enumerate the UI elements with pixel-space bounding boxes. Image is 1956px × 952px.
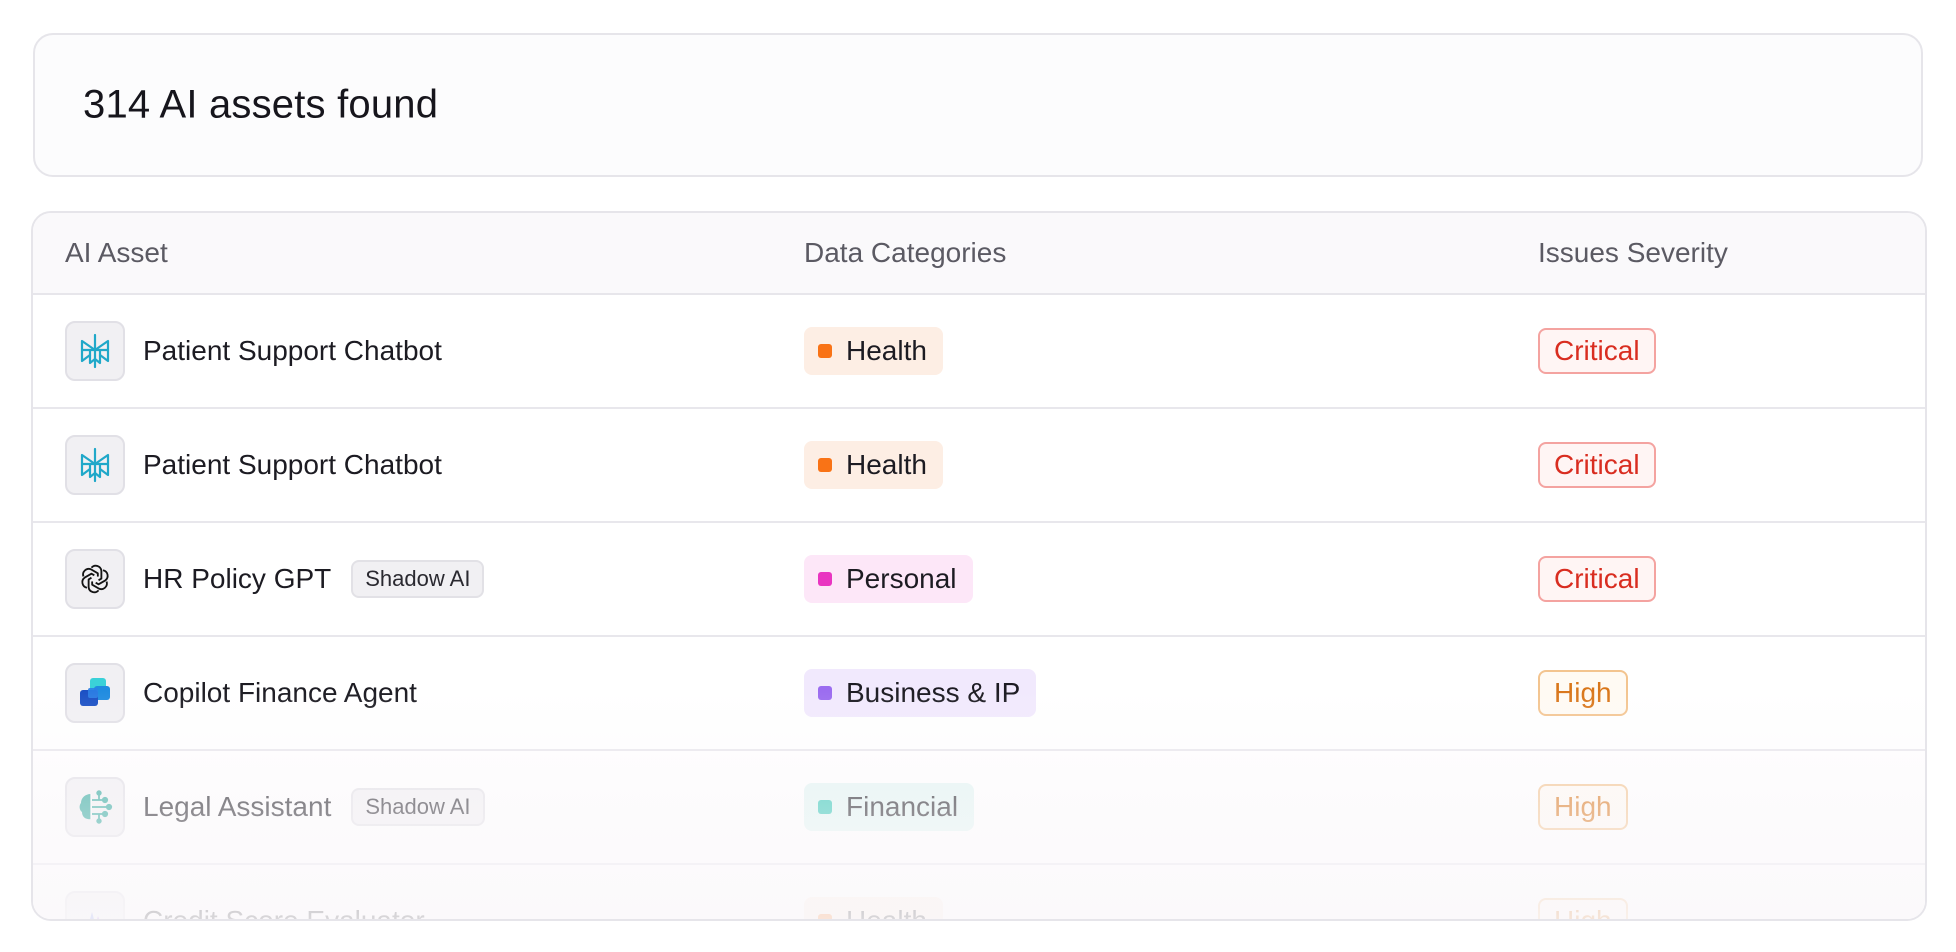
category-label: Health xyxy=(846,905,927,921)
column-header-ai-asset[interactable]: AI Asset xyxy=(65,237,168,269)
asset-name[interactable]: Credit Score Evaluator xyxy=(143,905,425,919)
category-badge: Personal xyxy=(804,555,973,603)
category-badge: Health xyxy=(804,441,943,489)
table-row[interactable]: Patient Support Chatbot Health Critical xyxy=(33,295,1925,409)
asset-name[interactable]: Patient Support Chatbot xyxy=(143,449,442,481)
severity-badge: Critical xyxy=(1538,556,1656,602)
asset-name[interactable]: Copilot Finance Agent xyxy=(143,677,417,709)
shadow-ai-badge: Shadow AI xyxy=(351,560,485,598)
asset-name[interactable]: Patient Support Chatbot xyxy=(143,335,442,367)
category-color-dot xyxy=(818,344,832,358)
asset-cell: Credit Score Evaluator xyxy=(65,865,425,919)
severity-cell: Critical xyxy=(1538,523,1656,635)
evaluator-logo-icon xyxy=(65,891,125,919)
assets-table: AI Asset Data Categories Issues Severity… xyxy=(31,211,1927,921)
asset-cell: HR Policy GPT Shadow AI xyxy=(65,523,485,635)
severity-cell: Critical xyxy=(1538,409,1656,521)
shadow-ai-badge: Shadow AI xyxy=(351,788,485,826)
category-cell: Business & IP xyxy=(804,637,1037,749)
category-cell: Personal xyxy=(804,523,973,635)
category-label: Health xyxy=(846,449,927,480)
table-row[interactable]: HR Policy GPT Shadow AI Personal Critical xyxy=(33,523,1925,637)
severity-badge: High xyxy=(1538,670,1628,716)
category-label: Financial xyxy=(846,791,959,822)
category-badge: Financial xyxy=(804,783,975,831)
asset-cell: Patient Support Chatbot xyxy=(65,295,442,407)
results-header: 314 AI assets found xyxy=(33,33,1923,177)
perplexity-logo-icon xyxy=(65,435,125,495)
results-count-title: 314 AI assets found xyxy=(83,82,439,127)
table-row[interactable]: Credit Score Evaluator Health High xyxy=(33,865,1925,921)
table-row[interactable]: Copilot Finance Agent Business & IP High xyxy=(33,637,1925,751)
asset-cell: Copilot Finance Agent xyxy=(65,637,417,749)
category-badge: Health xyxy=(804,897,943,921)
table-body: Patient Support Chatbot Health Critical Pat… xyxy=(33,295,1925,921)
category-cell: Health xyxy=(804,295,943,407)
severity-badge: Critical xyxy=(1538,442,1656,488)
category-color-dot xyxy=(818,572,832,586)
category-label: Business & IP xyxy=(846,677,1021,708)
table-header: AI Asset Data Categories Issues Severity xyxy=(33,213,1925,295)
column-header-issues-severity[interactable]: Issues Severity xyxy=(1538,237,1728,269)
category-color-dot xyxy=(818,800,832,814)
asset-name[interactable]: Legal Assistant xyxy=(143,791,331,823)
category-color-dot xyxy=(818,686,832,700)
table-row[interactable]: Patient Support Chatbot Health Critical xyxy=(33,409,1925,523)
severity-cell: High xyxy=(1538,865,1628,919)
asset-name[interactable]: HR Policy GPT xyxy=(143,563,331,595)
severity-cell: High xyxy=(1538,751,1628,863)
severity-badge: Critical xyxy=(1538,328,1656,374)
column-header-data-categories[interactable]: Data Categories xyxy=(804,237,1006,269)
asset-cell: Patient Support Chatbot xyxy=(65,409,442,521)
asset-cell: Legal Assistant Shadow AI xyxy=(65,751,485,863)
table-row[interactable]: Legal Assistant Shadow AI Financial High xyxy=(33,751,1925,865)
category-label: Personal xyxy=(846,563,957,594)
category-label: Health xyxy=(846,335,927,366)
ai-brain-icon xyxy=(65,777,125,837)
category-cell: Health xyxy=(804,409,943,521)
severity-badge: High xyxy=(1538,784,1628,830)
category-color-dot xyxy=(818,914,832,919)
openai-logo-icon xyxy=(65,549,125,609)
perplexity-logo-icon xyxy=(65,321,125,381)
severity-cell: High xyxy=(1538,637,1628,749)
category-color-dot xyxy=(818,458,832,472)
severity-badge: High xyxy=(1538,898,1628,919)
category-cell: Health xyxy=(804,865,943,921)
category-cell: Financial xyxy=(804,751,975,863)
category-badge: Business & IP xyxy=(804,669,1037,717)
severity-cell: Critical xyxy=(1538,295,1656,407)
copilot-logo-icon xyxy=(65,663,125,723)
category-badge: Health xyxy=(804,327,943,375)
